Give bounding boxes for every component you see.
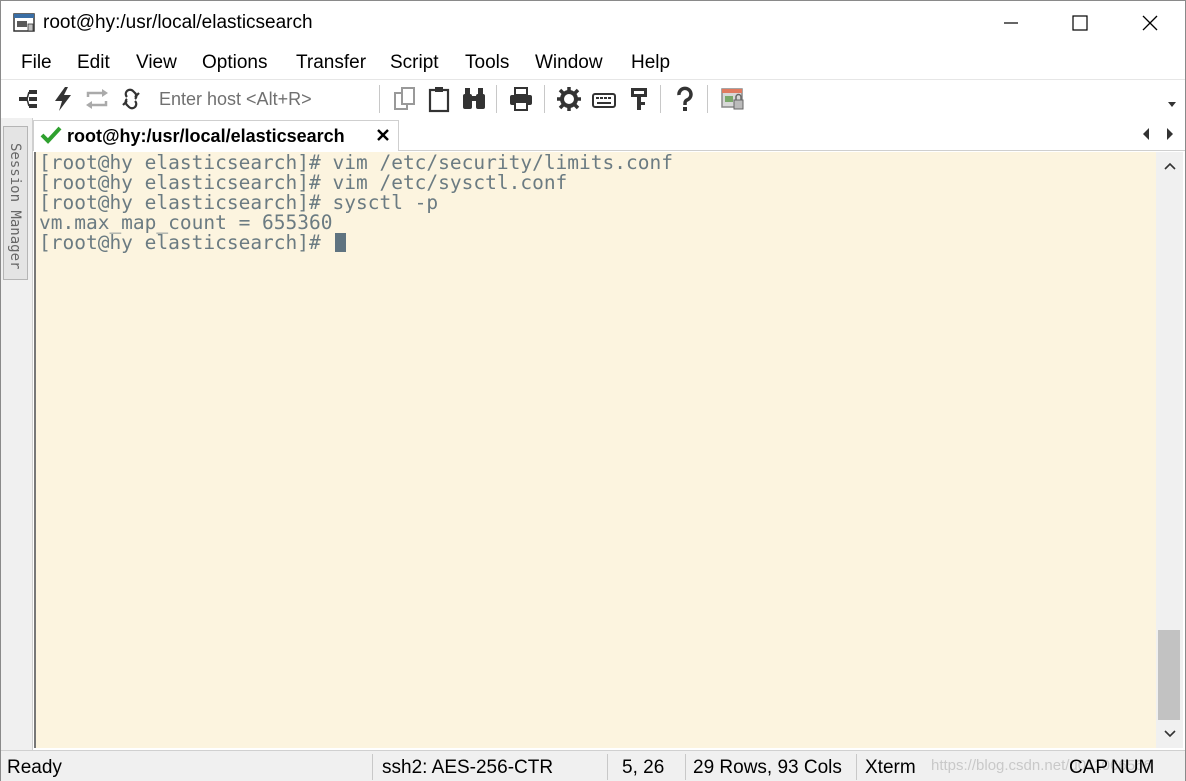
- disconnect-icon[interactable]: [117, 85, 145, 113]
- scroll-up-button[interactable]: [1156, 152, 1183, 180]
- minimize-icon: [1004, 22, 1018, 24]
- status-cursor-position: 5, 26: [622, 757, 665, 778]
- terminal-area[interactable]: [root@hy elasticsearch]# vim /etc/securi…: [34, 151, 1156, 748]
- session-manager-sidebar: Session Manager: [1, 118, 33, 750]
- toolbar-separator: [660, 85, 661, 113]
- host-input[interactable]: [153, 84, 373, 114]
- tab-label: root@hy:/usr/local/elasticsearch: [67, 126, 345, 146]
- status-divider: [372, 754, 373, 780]
- reconnect-icon[interactable]: [83, 85, 111, 113]
- session-options-icon[interactable]: [555, 85, 583, 113]
- status-emulation: Xterm: [865, 757, 916, 778]
- chevron-down-icon: [1163, 730, 1176, 738]
- status-num: NUM: [1111, 757, 1155, 778]
- print-icon[interactable]: [507, 85, 535, 113]
- toolbar-separator: [496, 85, 497, 113]
- session-manager-tab[interactable]: Session Manager: [3, 126, 28, 280]
- tab-close-icon[interactable]: [376, 128, 390, 142]
- status-cipher: ssh2: AES-256-CTR: [382, 757, 554, 778]
- connected-check-icon: [40, 126, 62, 144]
- vertical-scrollbar[interactable]: [1156, 152, 1183, 748]
- menu-tools[interactable]: Tools: [465, 52, 509, 74]
- minimize-button[interactable]: [976, 1, 1046, 45]
- title-bar[interactable]: root@hy:/usr/local/elasticsearch: [1, 1, 1185, 45]
- keygen-icon[interactable]: [625, 85, 653, 113]
- toolbar: [1, 79, 1185, 117]
- copy-icon[interactable]: [391, 85, 419, 113]
- tab-session[interactable]: root@hy:/usr/local/elasticsearch: [33, 120, 399, 151]
- terminal-cursor: [334, 233, 346, 252]
- maximize-button[interactable]: [1045, 1, 1115, 45]
- status-divider: [607, 754, 608, 780]
- session-manager-label: Session Manager: [7, 143, 23, 270]
- tab-scroll-left-icon[interactable]: [1141, 127, 1151, 141]
- terminal-prompt: [root@hy elasticsearch]#: [39, 231, 333, 254]
- tab-strip: root@hy:/usr/local/elasticsearch: [33, 118, 1185, 151]
- menu-window[interactable]: Window: [535, 52, 603, 74]
- menu-file[interactable]: File: [21, 52, 52, 74]
- menu-bar: File Edit View Options Transfer Script T…: [1, 45, 1185, 79]
- securecrt-app-icon: [13, 13, 35, 32]
- status-cap: CAP: [1069, 757, 1109, 778]
- scroll-thumb[interactable]: [1158, 630, 1180, 720]
- menu-script[interactable]: Script: [390, 52, 439, 74]
- menu-help[interactable]: Help: [631, 52, 670, 74]
- toolbar-separator: [544, 85, 545, 113]
- close-icon: [1142, 15, 1158, 31]
- toolbar-separator: [707, 85, 708, 113]
- menu-view[interactable]: View: [136, 52, 177, 74]
- help-icon[interactable]: [671, 85, 699, 113]
- sftp-lock-icon[interactable]: [719, 85, 747, 113]
- quick-connect-icon[interactable]: [49, 85, 77, 113]
- connect-sessions-icon[interactable]: [15, 85, 43, 113]
- maximize-icon: [1072, 15, 1088, 31]
- paste-icon[interactable]: [425, 85, 453, 113]
- menu-options[interactable]: Options: [202, 52, 267, 74]
- status-bar: Ready ssh2: AES-256-CTR 5, 26 29 Rows, 9…: [1, 750, 1185, 781]
- terminal-prompt-line: [root@hy elasticsearch]#: [39, 231, 346, 254]
- status-divider: [685, 754, 686, 780]
- keymap-icon[interactable]: [590, 85, 618, 113]
- status-rows-cols: 29 Rows, 93 Cols: [693, 757, 842, 778]
- app-window: root@hy:/usr/local/elasticsearch File Ed…: [0, 0, 1186, 781]
- menu-edit[interactable]: Edit: [77, 52, 110, 74]
- find-icon[interactable]: [460, 85, 488, 113]
- window-title: root@hy:/usr/local/elasticsearch: [43, 12, 313, 33]
- status-divider: [856, 754, 857, 780]
- chevron-up-icon: [1163, 162, 1176, 170]
- tab-scroll-right-icon[interactable]: [1165, 127, 1175, 141]
- close-button[interactable]: [1115, 1, 1185, 45]
- toolbar-separator: [379, 85, 380, 113]
- scroll-down-button[interactable]: [1156, 720, 1183, 748]
- chevron-down-icon[interactable]: [1167, 100, 1177, 108]
- menu-transfer[interactable]: Transfer: [296, 52, 366, 74]
- status-ready: Ready: [7, 757, 62, 778]
